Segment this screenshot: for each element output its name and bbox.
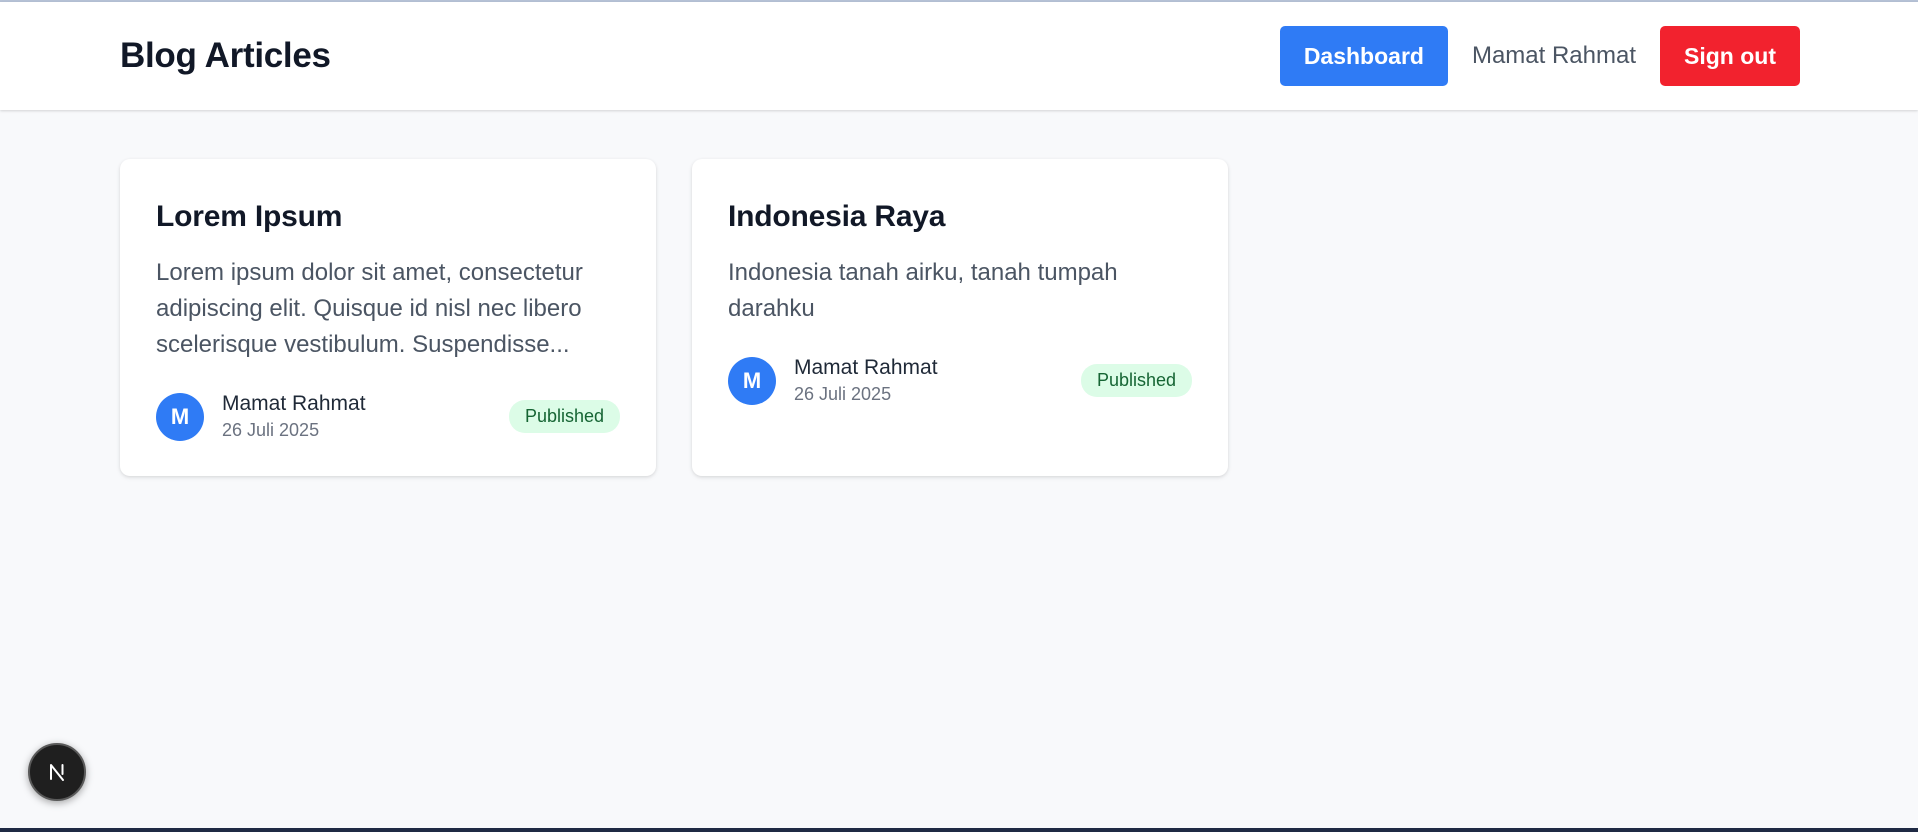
article-title[interactable]: Indonesia Raya: [728, 199, 1192, 235]
status-badge: Published: [508, 400, 620, 433]
current-user-name: Mamat Rahmat: [1471, 42, 1637, 69]
sign-out-button[interactable]: Sign out: [1660, 26, 1800, 86]
article-excerpt: Indonesia tanah airku, tanah tumpah dara…: [728, 259, 1118, 322]
author-avatar: M: [156, 392, 204, 441]
article-meta: Mamat Rahmat 26 Juli 2025: [794, 355, 1081, 406]
dashboard-button[interactable]: Dashboard: [1279, 26, 1448, 86]
author-name: Mamat Rahmat: [794, 356, 938, 379]
page-title: Blog Articles: [120, 36, 331, 75]
article-card[interactable]: Indonesia Raya Indonesia tanah airku, ta…: [692, 159, 1228, 476]
author-avatar: M: [728, 356, 776, 405]
bottom-border: [0, 828, 1918, 832]
status-badge: Published: [1080, 364, 1192, 397]
articles-grid: Lorem Ipsum Lorem ipsum dolor sit amet, …: [120, 159, 1228, 476]
site-header: Blog Articles Dashboard Mamat Rahmat Sig…: [0, 2, 1918, 110]
article-footer: M Mamat Rahmat 26 Juli 2025 Published: [156, 391, 620, 442]
publish-date: 26 Juli 2025: [222, 420, 320, 440]
nextjs-logo-icon: [50, 764, 64, 781]
publish-date: 26 Juli 2025: [794, 384, 892, 404]
article-excerpt: Lorem ipsum dolor sit amet, consectetur …: [156, 259, 583, 358]
article-card[interactable]: Lorem Ipsum Lorem ipsum dolor sit amet, …: [120, 159, 656, 476]
article-meta: Mamat Rahmat 26 Juli 2025: [222, 391, 509, 442]
article-title[interactable]: Lorem Ipsum: [156, 199, 620, 235]
dev-tools-button[interactable]: [28, 743, 86, 801]
article-footer: M Mamat Rahmat 26 Juli 2025 Published: [728, 355, 1192, 406]
author-name: Mamat Rahmat: [222, 392, 366, 415]
header-nav: Dashboard Mamat Rahmat Sign out: [1279, 26, 1800, 86]
